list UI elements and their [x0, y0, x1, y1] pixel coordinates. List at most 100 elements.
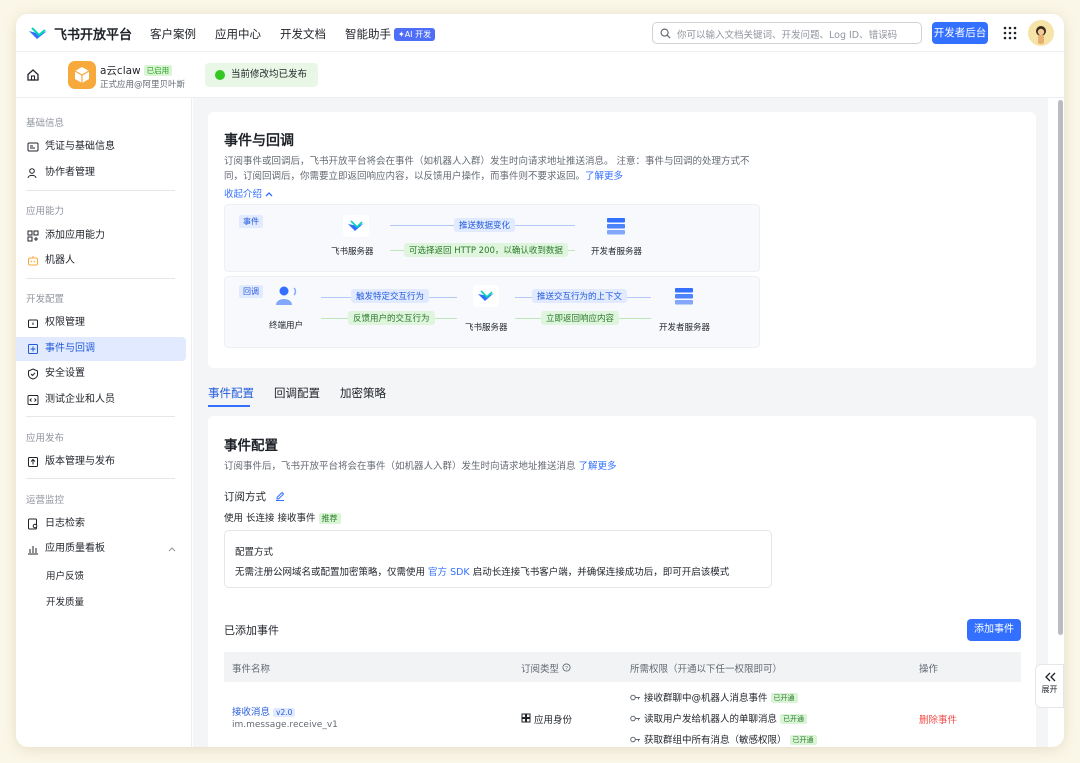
sidebar-item-label: 版本管理与发布: [45, 456, 115, 467]
permission-item: 接收群聊中@机器人消息事件 已开通: [630, 690, 798, 704]
box-icon: [74, 67, 90, 83]
sidebar-item-credentials[interactable]: 凭证与基础信息: [16, 135, 186, 159]
learn-more-link[interactable]: 了解更多: [579, 461, 617, 472]
avatar-image-icon: [1036, 26, 1046, 44]
app-icon: [68, 61, 96, 89]
callback-flow-diagram: 回调 终端用户 触发特定交互行为 反馈用户的交互行为 飞书服务器 推送交互行为的…: [224, 276, 760, 348]
dev-console-button[interactable]: 开发者后台: [932, 22, 988, 44]
tab-callback-config[interactable]: 回调配置: [274, 385, 320, 401]
permission-text: 获取群组中所有消息（敏感权限）: [644, 735, 787, 746]
nav-app-center[interactable]: 应用中心: [215, 26, 261, 42]
node-feishu-server: 飞书服务器: [331, 247, 374, 257]
sidebar-divider: [26, 278, 175, 279]
main-scrollbar[interactable]: [1056, 98, 1064, 747]
log-search-icon: [28, 518, 38, 530]
push-label: 推送数据变化: [454, 218, 516, 232]
nav-docs[interactable]: 开发文档: [280, 26, 326, 42]
added-events-title: 已添加事件: [224, 624, 279, 637]
nav-assistant[interactable]: 智能助手 ✦AI 开发: [345, 26, 436, 42]
sidebar-item-versions[interactable]: 版本管理与发布: [16, 450, 186, 474]
expand-panel-button[interactable]: 展开: [1035, 664, 1064, 708]
code-icon: [27, 395, 39, 405]
chevron-up-icon: [265, 192, 273, 197]
delete-event-button[interactable]: 删除事件: [919, 712, 957, 726]
sidebar-item-quality[interactable]: 应用质量看板: [16, 537, 186, 561]
help-icon[interactable]: ?: [562, 663, 571, 672]
config-tabs: 事件配置 回调配置 加密策略: [208, 385, 386, 401]
event-flow-diagram: 事件 飞书服务器 推送数据变化 可选择返回 HTTP 200，以确认收到数据 开…: [224, 204, 760, 272]
key-icon: [630, 694, 640, 701]
app-identity-icon: [521, 713, 531, 723]
sidebar-item-collaborators[interactable]: 协作者管理: [16, 161, 186, 185]
bar-chart-icon: [28, 546, 38, 555]
subscription-mode-value: 使用 长连接 接收事件 推荐: [224, 510, 341, 524]
official-sdk-link[interactable]: 官方 SDK: [428, 567, 470, 578]
add-event-button[interactable]: 添加事件: [967, 619, 1021, 641]
nav-assistant-label: 智能助手: [345, 27, 391, 41]
learn-more-link[interactable]: 了解更多: [585, 171, 623, 182]
ai-badge: ✦AI 开发: [394, 28, 436, 41]
home-icon[interactable]: [26, 68, 40, 82]
tab-event-config[interactable]: 事件配置: [208, 385, 254, 401]
sidebar-subitem-feedback[interactable]: 用户反馈: [46, 568, 84, 582]
upload-icon: [28, 457, 38, 467]
sidebar-item-label: 日志检索: [45, 518, 85, 529]
sidebar-item-bot[interactable]: 机器人: [16, 249, 186, 273]
search-icon: [660, 28, 671, 39]
node-end-user: 终端用户: [269, 321, 304, 331]
config-method-title: 配置方式: [235, 547, 274, 558]
sidebar: 基础信息 凭证与基础信息 协作者管理 应用能力 添加应用能力 机器人 开发配置 …: [16, 98, 192, 747]
tab-encryption[interactable]: 加密策略: [340, 385, 386, 401]
robot-icon: [28, 256, 38, 266]
version-badge: v2.0: [273, 708, 296, 717]
push-context-label: 推送交互行为的上下文: [532, 289, 628, 303]
scrollbar-thumb[interactable]: [1058, 100, 1063, 635]
permission-status-badge: 已开通: [780, 714, 808, 724]
sidebar-section-release: 应用发布: [26, 433, 65, 444]
chevron-up-icon[interactable]: [168, 546, 176, 552]
key-icon: [630, 715, 640, 722]
sidebar-item-events[interactable]: 事件与回调: [16, 337, 186, 361]
sidebar-section-basic: 基础信息: [26, 118, 65, 129]
permission-status-badge: 已开通: [770, 693, 798, 703]
sidebar-item-logs[interactable]: 日志检索: [16, 512, 186, 536]
sidebar-item-security[interactable]: 安全设置: [16, 362, 186, 386]
sidebar-item-permissions[interactable]: 权限管理: [16, 311, 186, 335]
collapse-intro-toggle[interactable]: 收起介绍: [224, 186, 273, 200]
sidebar-item-add-capability[interactable]: 添加应用能力: [16, 224, 186, 248]
feishu-logo-icon: [29, 26, 47, 39]
check-circle-icon: [215, 70, 225, 80]
event-config-desc-text: 订阅事件后，飞书开放平台将会在事件（如机器人入群）发生时向请求地址推送消息: [224, 461, 576, 472]
main-content: 事件与回调 订阅事件或回调后，飞书开放平台将会在事件（如机器人入群）发生时向请求…: [193, 98, 1048, 747]
event-name[interactable]: 接收消息 v2.0: [232, 704, 296, 718]
callback-flow-tag: 回调: [239, 285, 263, 298]
publish-status: 当前修改均已发布: [205, 63, 318, 87]
apps-grid-icon[interactable]: [1003, 26, 1017, 40]
search-input[interactable]: 你可以输入文档关键词、开发问题、Log ID、错误码: [652, 22, 922, 44]
event-config-card: 事件配置 订阅事件后，飞书开放平台将会在事件（如机器人入群）发生时向请求地址推送…: [208, 416, 1036, 747]
app-header: a云claw 已启用 正式应用@阿里贝叶斯 当前修改均已发布: [16, 52, 1064, 98]
nav-cases[interactable]: 客户案例: [150, 26, 196, 42]
top-nav: 飞书开放平台 客户案例 应用中心 开发文档 智能助手 ✦AI 开发 你可以输入文档…: [16, 14, 1064, 52]
sidebar-item-label: 添加应用能力: [45, 230, 105, 241]
feishu-server-icon: [343, 215, 369, 237]
ack-label: 可选择返回 HTTP 200，以确认收到数据: [404, 243, 568, 257]
sidebar-divider: [26, 478, 175, 479]
config-method-box: 配置方式 无需注册公网域名或配置加密策略，仅需使用 官方 SDK 启动长连接飞书…: [224, 530, 772, 588]
subscription-mode-title: 订阅方式: [224, 489, 285, 504]
sidebar-item-test-tenant[interactable]: 测试企业和人员: [16, 388, 186, 412]
double-chevron-left-icon: [1044, 672, 1055, 682]
app-subtitle: 正式应用@阿里贝叶斯: [100, 80, 186, 90]
permission-text: 接收群聊中@机器人消息事件: [644, 693, 768, 704]
sidebar-item-label: 事件与回调: [45, 343, 95, 354]
edit-icon[interactable]: [275, 491, 285, 501]
brand-logo[interactable]: 飞书开放平台: [28, 24, 132, 43]
subscription-mode-text: 使用 长连接 接收事件: [224, 513, 316, 524]
user-avatar[interactable]: [1028, 20, 1054, 46]
end-user-icon: [276, 286, 297, 305]
col-actions: 操作: [919, 664, 939, 675]
recommended-badge: 推荐: [318, 513, 341, 524]
subscription-type: 应用身份: [521, 712, 572, 726]
sidebar-subitem-dev-quality[interactable]: 开发质量: [46, 594, 84, 608]
event-name-text: 接收消息: [232, 707, 271, 718]
